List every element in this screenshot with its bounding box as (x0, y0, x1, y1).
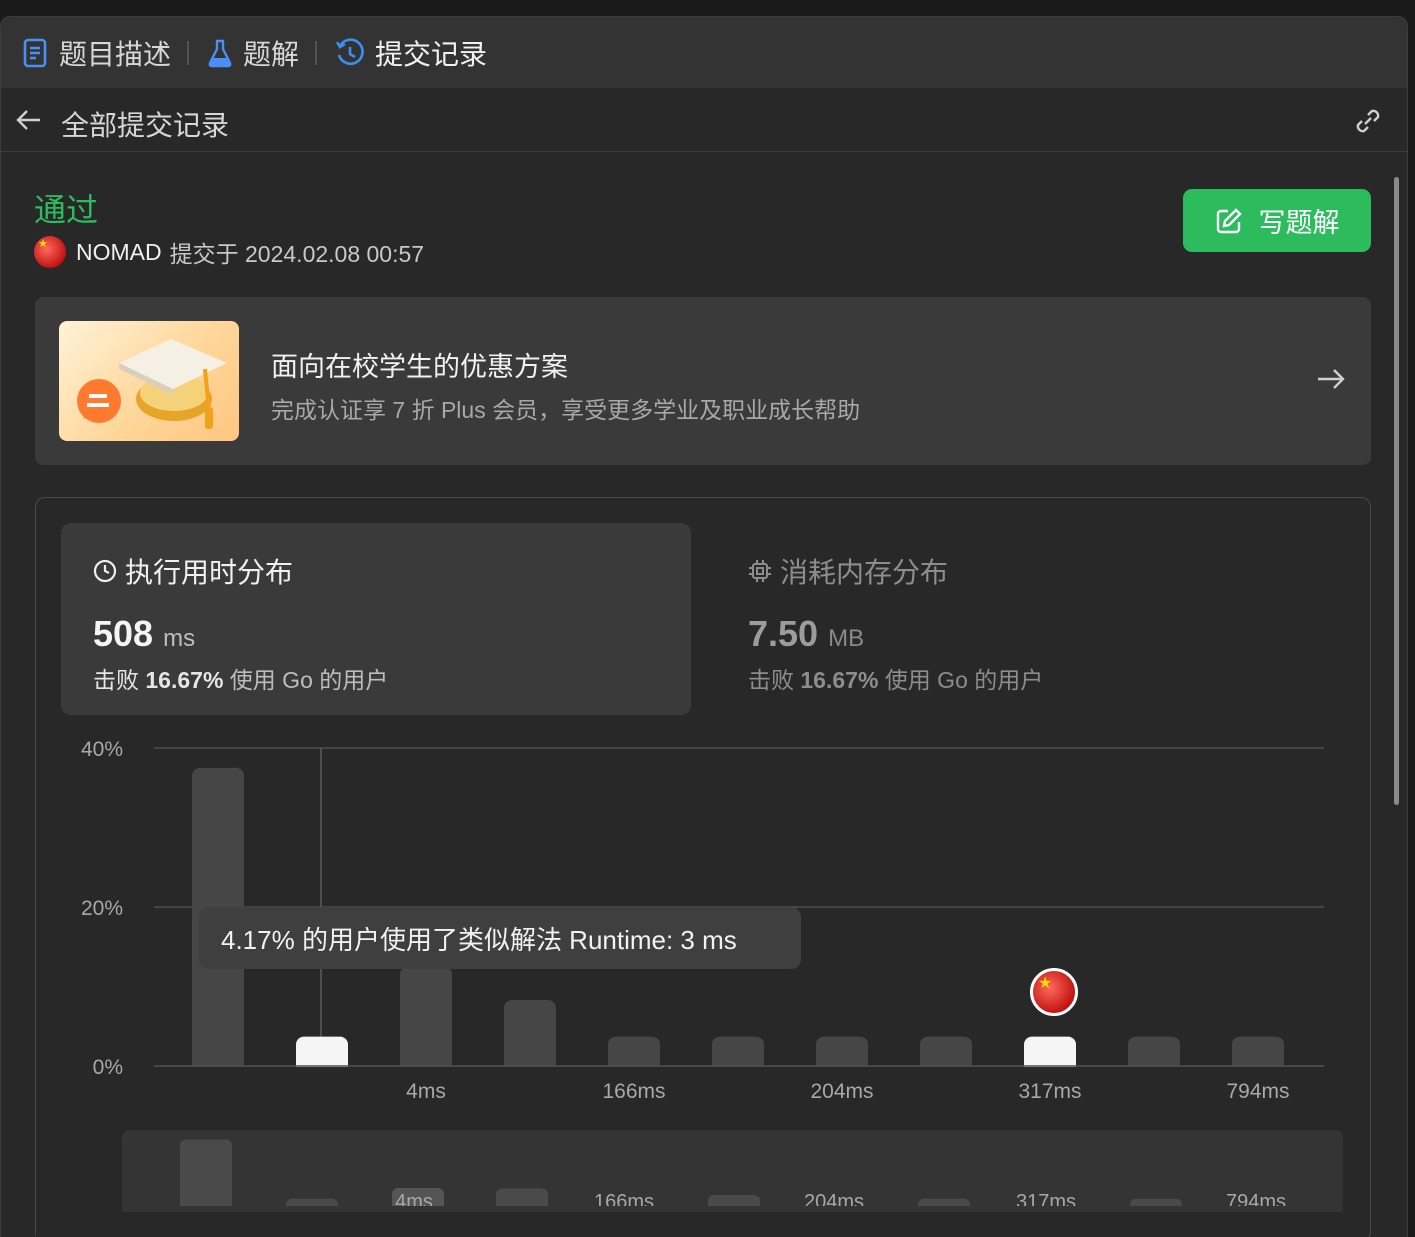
submission-meta: NOMAD 提交于 2024.02.08 00:57 (34, 235, 424, 269)
arrow-right-icon (1318, 369, 1345, 389)
tab-submissions-label: 提交记录 (375, 38, 488, 70)
edit-icon (1216, 207, 1242, 233)
submission-user[interactable]: NOMAD (76, 239, 162, 266)
runtime-beat-pct: 16.67% (145, 667, 224, 693)
tab-solutions[interactable]: 题解 (207, 17, 315, 88)
submission-subheader: 全部提交记录 (1, 88, 1407, 152)
student-promo-banner[interactable]: 面向在校学生的优惠方案 完成认证享 7 折 Plus 会员，享受更多学业及职业成… (35, 297, 1371, 465)
runtime-unit: ms (163, 625, 196, 652)
memory-beat-prefix: 击败 (748, 667, 794, 693)
memory-beat-suffix: 使用 Go 的用户 (884, 667, 1044, 693)
tab-divider (315, 40, 318, 65)
runtime-beat: 击败 16.67% 使用 Go 的用户 (93, 661, 388, 695)
tab-description[interactable]: 题目描述 (23, 17, 187, 88)
chip-icon (749, 560, 771, 582)
submission-status: 通过 (34, 192, 99, 228)
history-icon (335, 38, 364, 65)
write-solution-label: 写题解 (1258, 208, 1340, 238)
runtime-beat-suffix: 使用 Go 的用户 (229, 667, 389, 693)
tab-solutions-label: 题解 (243, 38, 300, 70)
submission-time: 提交于 2024.02.08 00:57 (169, 241, 425, 267)
tab-submissions[interactable]: 提交记录 (335, 17, 503, 88)
memory-beat: 击败 16.67% 使用 Go 的用户 (748, 661, 1043, 695)
my-submission-marker (1030, 968, 1078, 1016)
memory-heading: 消耗内存分布 (748, 551, 948, 591)
scrollbar[interactable] (1394, 177, 1399, 805)
clock-icon (93, 559, 117, 583)
memory-value: 7.50 MB (748, 613, 864, 655)
tab-divider (187, 40, 190, 65)
graduation-cap-illustration (59, 321, 239, 441)
back-arrow-icon[interactable] (15, 106, 43, 134)
link-icon[interactable] (1351, 104, 1385, 138)
memory-title: 消耗内存分布 (780, 557, 949, 588)
memory-unit: MB (828, 625, 865, 652)
promo-title: 面向在校学生的优惠方案 (271, 352, 568, 382)
runtime-distribution-tab[interactable]: 执行用时分布 508 ms 击败 16.67% 使用 Go 的用户 (61, 523, 691, 715)
tab-bar: 题目描述 题解 提交记录 (1, 17, 1407, 88)
runtime-title: 执行用时分布 (125, 557, 294, 588)
tab-description-label: 题目描述 (59, 38, 172, 70)
document-icon (23, 38, 47, 67)
promo-subtitle: 完成认证享 7 折 Plus 会员，享受更多学业及职业成长帮助 (271, 397, 861, 423)
runtime-number: 508 (93, 613, 154, 654)
runtime-beat-prefix: 击败 (93, 667, 139, 693)
chart-tooltip: 4.17% 的用户使用了类似解法 Runtime: 3 ms (199, 907, 801, 969)
memory-distribution-tab[interactable]: 消耗内存分布 7.50 MB 击败 16.67% 使用 Go 的用户 (716, 523, 1346, 715)
runtime-value: 508 ms (93, 613, 195, 655)
performance-stats-card: 执行用时分布 508 ms 击败 16.67% 使用 Go 的用户 消耗内存分布 (35, 497, 1371, 1237)
submission-panel: 题目描述 题解 提交记录 全部提交记录 通过 ★ NOMAD 提交于 2024.… (0, 16, 1408, 1237)
all-submissions-title: 全部提交记录 (61, 110, 230, 141)
runtime-heading: 执行用时分布 (93, 551, 293, 591)
write-solution-button[interactable]: 写题解 (1183, 189, 1371, 252)
memory-beat-pct: 16.67% (800, 667, 879, 693)
avatar[interactable] (34, 236, 66, 268)
memory-number: 7.50 (748, 613, 819, 654)
flask-icon (208, 39, 232, 67)
